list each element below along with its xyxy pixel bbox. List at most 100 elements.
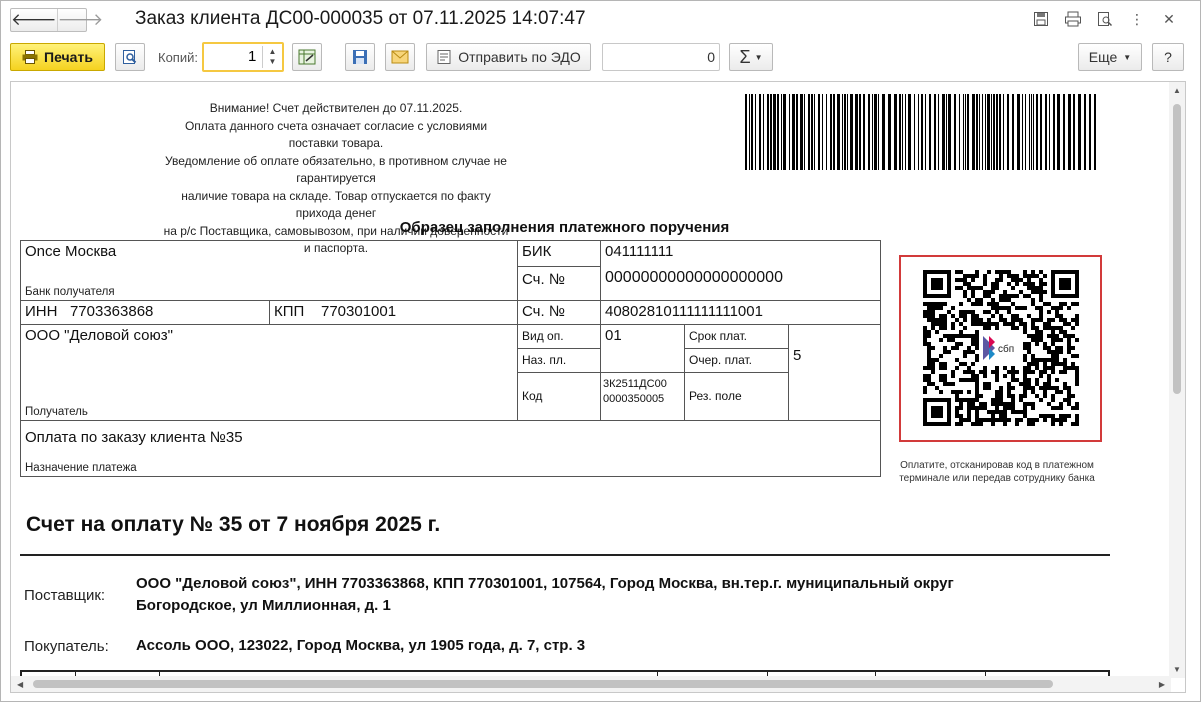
qr-module: [1015, 318, 1019, 322]
qr-module: [1031, 326, 1035, 330]
forward-button[interactable]: 🡒: [56, 9, 103, 31]
qr-module: [1047, 318, 1051, 322]
qr-module: [927, 366, 931, 370]
scroll-up-icon[interactable]: ▲: [1173, 86, 1181, 95]
qr-module: [1003, 414, 1007, 418]
qr-module: [975, 286, 979, 290]
barcode-bar: [818, 94, 820, 170]
qr-module: [1051, 418, 1055, 422]
print-button[interactable]: Печать: [10, 43, 105, 71]
scroll-down-icon[interactable]: ▼: [1173, 665, 1181, 674]
horizontal-scroll-thumb[interactable]: [33, 680, 1053, 688]
horizontal-scrollbar[interactable]: ◀ ▶: [11, 676, 1171, 692]
sum-button[interactable]: Σ ▼: [729, 43, 773, 71]
qr-module: [931, 366, 935, 370]
qr-module: [1055, 326, 1059, 330]
number-field[interactable]: 0: [602, 43, 720, 71]
more-button[interactable]: Еще ▼: [1078, 43, 1142, 71]
qr-module: [1003, 322, 1007, 326]
qr-module: [999, 270, 1003, 274]
barcode-bar: [808, 94, 810, 170]
qr-module: [1007, 306, 1011, 310]
copies-field[interactable]: 1 ▲ ▼: [202, 42, 284, 72]
qr-module: [1031, 290, 1035, 294]
save-icon[interactable]: [1030, 9, 1052, 29]
qr-module: [995, 278, 999, 282]
scroll-left-icon[interactable]: ◀: [17, 680, 23, 689]
qr-module: [1071, 406, 1075, 410]
qr-module: [971, 378, 975, 382]
qr-module: [955, 406, 959, 410]
qr-module: [939, 362, 943, 366]
qr-module: [1031, 282, 1035, 286]
help-button[interactable]: ?: [1152, 43, 1184, 71]
barcode-bar: [934, 94, 936, 170]
window-title: Заказ клиента ДС00-000035 от 07.11.2025 …: [135, 8, 586, 29]
qr-module: [959, 310, 963, 314]
settings-button[interactable]: [292, 43, 322, 71]
qr-module: [943, 362, 947, 366]
copies-stepper[interactable]: ▲ ▼: [262, 46, 282, 68]
qr-module: [931, 310, 935, 314]
save-document-button[interactable]: [345, 43, 375, 71]
qr-module: [987, 290, 991, 294]
qr-module: [1035, 394, 1039, 398]
qr-module: [967, 350, 971, 354]
qr-module: [991, 410, 995, 414]
barcode-bar: [833, 94, 835, 170]
vertical-scroll-thumb[interactable]: [1173, 104, 1181, 394]
qr-module: [1035, 334, 1039, 338]
qr-module: [927, 378, 931, 382]
barcode-bar: [965, 94, 966, 170]
qr-module: [963, 278, 967, 282]
print-icon[interactable]: [1062, 9, 1084, 29]
qr-module: [1019, 278, 1023, 282]
qr-module: [967, 282, 971, 286]
qr-module: [1015, 410, 1019, 414]
printer-icon: [22, 50, 38, 64]
qr-module: [939, 314, 943, 318]
qr-module: [955, 414, 959, 418]
qr-module: [999, 386, 1003, 390]
qr-module: [995, 282, 999, 286]
qr-module: [987, 386, 991, 390]
qr-module: [931, 362, 935, 366]
qr-module: [955, 318, 959, 322]
close-icon[interactable]: ✕: [1158, 9, 1180, 29]
qr-module: [1015, 418, 1019, 422]
barcode-bar: [770, 94, 772, 170]
qr-module: [1023, 378, 1027, 382]
document-view[interactable]: Внимание! Счет действителен до 07.11.202…: [10, 81, 1186, 693]
scroll-right-icon[interactable]: ▶: [1159, 680, 1165, 689]
qr-module: [967, 402, 971, 406]
bank-cell: Onсе Москва Банк получателя: [20, 240, 518, 301]
barcode-bar: [1003, 94, 1004, 170]
qr-module: [1047, 378, 1051, 382]
email-button[interactable]: [385, 43, 415, 71]
qr-module: [951, 314, 955, 318]
vertical-scrollbar[interactable]: ▲ ▼: [1169, 82, 1185, 678]
qr-module: [987, 382, 991, 386]
qr-module: [999, 402, 1003, 406]
qr-module: [995, 326, 999, 330]
qr-module: [971, 322, 975, 326]
inn-label: ИНН: [25, 303, 58, 320]
preview-button[interactable]: [115, 43, 145, 71]
qr-module: [1011, 326, 1015, 330]
more-menu-icon[interactable]: ⋮: [1126, 9, 1148, 29]
send-edo-button[interactable]: Отправить по ЭДО: [426, 43, 591, 71]
qr-module: [1075, 378, 1079, 382]
qr-module: [943, 326, 947, 330]
qr-module: [1027, 274, 1031, 278]
back-button[interactable]: 🡐: [11, 9, 57, 31]
qr-module: [1027, 294, 1031, 298]
nav-buttons: 🡐 🡒: [10, 8, 103, 32]
qr-module: [963, 282, 967, 286]
qr-module: [943, 302, 947, 306]
qr-module: [955, 278, 959, 282]
qr-module: [931, 346, 935, 350]
qr-module: [1063, 418, 1067, 422]
qr-module: [995, 410, 999, 414]
qr-module: [983, 326, 987, 330]
preview-icon[interactable]: [1094, 9, 1116, 29]
